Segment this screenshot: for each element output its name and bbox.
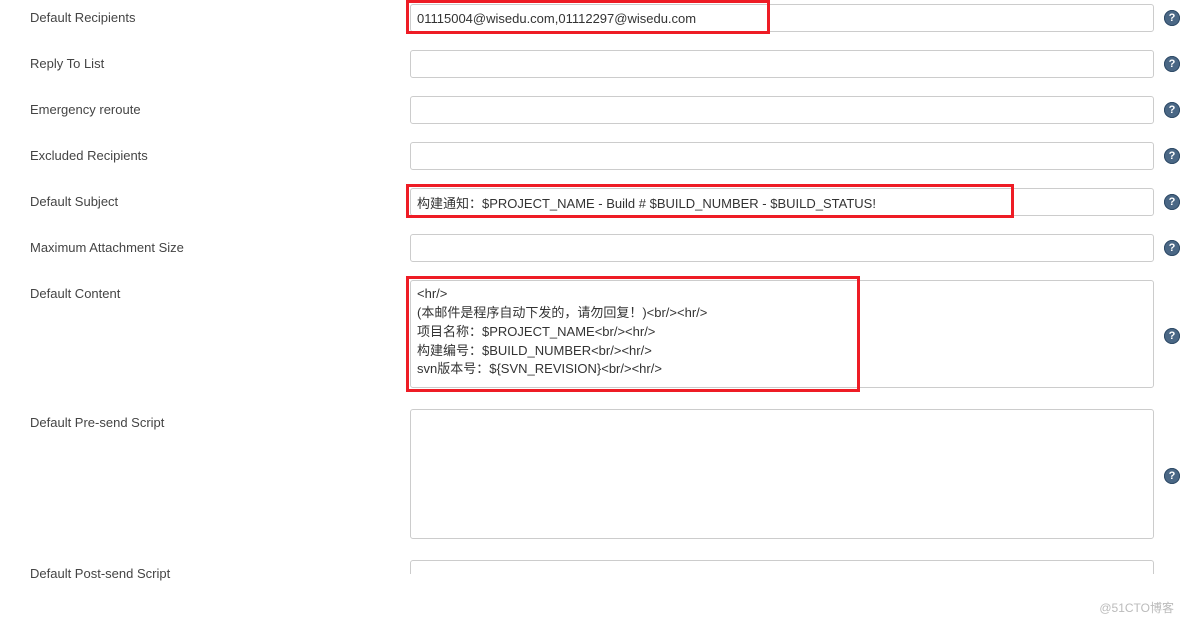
help-icon[interactable]: ? — [1164, 328, 1180, 344]
label-default-presend-script: Default Pre-send Script — [30, 409, 410, 430]
max-attachment-size-input[interactable] — [410, 234, 1154, 262]
input-cell: ? — [410, 142, 1184, 170]
input-cell: ? — [410, 4, 1184, 32]
default-subject-input[interactable] — [410, 188, 1154, 216]
help-icon[interactable]: ? — [1164, 240, 1180, 256]
input-cell: ? — [410, 96, 1184, 124]
row-default-recipients: Default Recipients ? — [30, 4, 1184, 32]
row-reply-to-list: Reply To List ? — [30, 50, 1184, 78]
input-cell: ? — [410, 234, 1184, 262]
default-postsend-script-input[interactable] — [410, 560, 1154, 574]
row-excluded-recipients: Excluded Recipients ? — [30, 142, 1184, 170]
label-default-subject: Default Subject — [30, 188, 410, 209]
row-default-content: Default Content ? — [30, 280, 1184, 391]
help-icon[interactable]: ? — [1164, 194, 1180, 210]
input-cell — [410, 560, 1184, 575]
reply-to-list-input[interactable] — [410, 50, 1154, 78]
label-emergency-reroute: Emergency reroute — [30, 96, 410, 117]
help-icon[interactable]: ? — [1164, 102, 1180, 118]
input-cell: ? — [410, 188, 1184, 216]
default-presend-script-textarea[interactable] — [410, 409, 1154, 539]
label-excluded-recipients: Excluded Recipients — [30, 142, 410, 163]
row-default-subject: Default Subject ? — [30, 188, 1184, 216]
watermark: @51CTO博客 — [1099, 599, 1174, 616]
row-max-attachment-size: Maximum Attachment Size ? — [30, 234, 1184, 262]
help-icon[interactable]: ? — [1164, 148, 1180, 164]
label-default-content: Default Content — [30, 280, 410, 301]
help-icon[interactable]: ? — [1164, 468, 1180, 484]
help-icon[interactable]: ? — [1164, 10, 1180, 26]
email-config-form: Default Recipients ? Reply To List ? Eme… — [0, 0, 1184, 581]
input-cell: ? — [410, 280, 1184, 391]
input-cell: ? — [410, 409, 1184, 542]
default-recipients-input[interactable] — [410, 4, 1154, 32]
label-reply-to-list: Reply To List — [30, 50, 410, 71]
excluded-recipients-input[interactable] — [410, 142, 1154, 170]
label-default-recipients: Default Recipients — [30, 4, 410, 25]
default-content-textarea[interactable] — [410, 280, 1154, 388]
row-default-presend-script: Default Pre-send Script ? — [30, 409, 1184, 542]
help-icon[interactable]: ? — [1164, 56, 1180, 72]
label-default-postsend-script: Default Post-send Script — [30, 560, 410, 581]
row-emergency-reroute: Emergency reroute ? — [30, 96, 1184, 124]
emergency-reroute-input[interactable] — [410, 96, 1154, 124]
label-max-attachment-size: Maximum Attachment Size — [30, 234, 410, 255]
input-cell: ? — [410, 50, 1184, 78]
row-default-postsend-script: Default Post-send Script — [30, 560, 1184, 581]
